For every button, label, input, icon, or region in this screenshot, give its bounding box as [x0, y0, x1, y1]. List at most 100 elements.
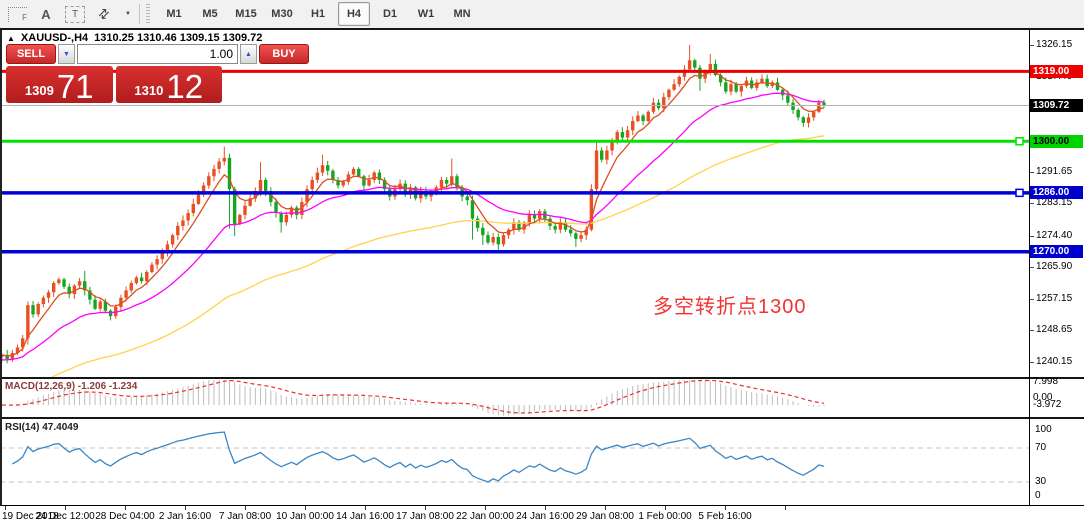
fibonacci-tool-icon[interactable]: F [8, 7, 27, 22]
price-badge-1309.72: 1309.72 [1030, 99, 1083, 112]
arrow-dropdown-caret-icon[interactable]: ▼ [123, 4, 133, 24]
macd-scale-label: 7.998 [1033, 376, 1058, 387]
time-axis-label: 1 Feb 00:00 [638, 511, 691, 522]
time-axis-label: 29 Jan 08:00 [576, 511, 634, 522]
axis-separator [0, 505, 1084, 506]
timeframe-button-mn[interactable]: MN [446, 2, 478, 26]
price-badge-1270.00: 1270.00 [1030, 245, 1083, 258]
arrow-style-icon[interactable]: ⇄ [91, 1, 118, 28]
price-scale-tick [1030, 172, 1034, 173]
ask-price-panel[interactable]: 1310 12 [116, 66, 223, 103]
time-axis-tick [5, 506, 6, 510]
volume-decrease-button[interactable]: ▼ [58, 44, 75, 64]
trading-platform-window: FAT⇄▼ M1M5M15M30H1H4D1W1MN ▲ XAUUSD-,H4 … [0, 0, 1084, 529]
time-axis-label: 14 Jan 16:00 [336, 511, 394, 522]
rsi-scale-label: 0 [1035, 490, 1041, 501]
sell-button[interactable]: SELL [6, 44, 56, 64]
price-scale-label: 1274.40 [1036, 230, 1072, 241]
one-click-trading-widget: SELL ▼ ▲ BUY 1309 71 1310 12 [6, 44, 222, 103]
time-axis-label: 24 Jan 16:00 [516, 511, 574, 522]
price-scale-tick [1030, 267, 1034, 268]
buy-button[interactable]: BUY [259, 44, 309, 64]
collapse-arrow-icon[interactable]: ▲ [7, 34, 15, 43]
timeframe-button-group: M1M5M15M30H1H4D1W1MN [158, 2, 478, 26]
timeframe-button-h1[interactable]: H1 [302, 2, 334, 26]
price-scale-label: 1257.15 [1036, 293, 1072, 304]
bid-price-main: 1309 [25, 83, 54, 98]
price-badge-1319.00: 1319.00 [1030, 65, 1083, 78]
rsi-scale-label: 30 [1035, 476, 1046, 487]
price-scale-tick [1030, 299, 1034, 300]
timeframe-button-m30[interactable]: M30 [266, 2, 298, 26]
time-axis-label: 24 Dec 12:00 [35, 511, 95, 522]
price-scale-tick [1030, 45, 1034, 46]
price-badge-1286.00: 1286.00 [1030, 186, 1083, 199]
bid-price-panel[interactable]: 1309 71 [6, 66, 113, 103]
tool-icon-group: FAT⇄▼ [0, 4, 133, 24]
chart-annotation-text[interactable]: 多空转折点1300 [653, 290, 807, 319]
price-badge-1300.00: 1300.00 [1030, 135, 1083, 148]
rsi-scale-label: 100 [1035, 424, 1052, 435]
timeframe-button-m5[interactable]: M5 [194, 2, 226, 26]
symbol-ohlc-values: 1310.25 1310.46 1309.15 1309.72 [94, 32, 262, 44]
price-scale-label: 1240.15 [1036, 356, 1072, 367]
timeframe-button-h4[interactable]: H4 [338, 2, 370, 26]
toolbar: FAT⇄▼ M1M5M15M30H1H4D1W1MN [0, 0, 1084, 29]
ask-price-pips: 12 [166, 71, 203, 102]
hline-handle [1016, 138, 1023, 145]
toolbar-separator [139, 4, 140, 24]
price-scale-tick [1030, 203, 1034, 204]
time-axis-tick [605, 506, 606, 510]
price-scale-label: 1326.15 [1036, 39, 1072, 50]
price-scale-label: 1265.90 [1036, 261, 1072, 272]
symbol-title: XAUUSD-,H4 [21, 32, 88, 44]
rsi-scale-label: 70 [1035, 442, 1046, 453]
volume-increase-button[interactable]: ▲ [240, 44, 257, 64]
price-scale-label: 1291.65 [1036, 166, 1072, 177]
time-axis-tick [65, 506, 66, 510]
timeframe-button-m15[interactable]: M15 [230, 2, 262, 26]
text-box-icon[interactable]: T [65, 6, 85, 23]
volume-input[interactable] [77, 44, 238, 64]
bid-price-pips: 71 [57, 71, 94, 102]
hline-handle [1016, 189, 1023, 196]
time-axis-label: 17 Jan 08:00 [396, 511, 454, 522]
rsi-indicator-label: RSI(14) 47.4049 [5, 422, 78, 433]
ma-slow [2, 136, 824, 377]
time-axis-label: 5 Feb 16:00 [698, 511, 751, 522]
time-axis-label: 10 Jan 00:00 [276, 511, 334, 522]
time-axis-tick [245, 506, 246, 510]
time-axis-tick [665, 506, 666, 510]
time-axis-label: 2 Jan 16:00 [159, 511, 211, 522]
time-axis-tick [485, 506, 486, 510]
timeframe-button-d1[interactable]: D1 [374, 2, 406, 26]
ma-mid [2, 93, 824, 360]
timeframe-button-m1[interactable]: M1 [158, 2, 190, 26]
text-label-icon[interactable]: A [37, 4, 55, 24]
time-axis-label: 7 Jan 08:00 [219, 511, 271, 522]
symbol-bar: ▲ XAUUSD-,H4 1310.25 1310.46 1309.15 130… [7, 32, 262, 44]
time-axis-tick [125, 506, 126, 510]
price-scale-tick [1030, 236, 1034, 237]
price-scale-label: 1248.65 [1036, 324, 1072, 335]
macd-indicator-label: MACD(12,26,9) -1.206 -1.234 [5, 381, 137, 392]
time-axis-tick [305, 506, 306, 510]
time-axis-tick [425, 506, 426, 510]
time-axis-tick [785, 506, 786, 510]
window-border-left [0, 30, 2, 506]
time-axis-tick [725, 506, 726, 510]
macd-scale-label: -3.972 [1033, 399, 1061, 410]
time-axis-label: 28 Dec 04:00 [95, 511, 155, 522]
toolbar-grip[interactable] [146, 4, 150, 24]
time-axis-label: 22 Jan 00:00 [456, 511, 514, 522]
timeframe-button-w1[interactable]: W1 [410, 2, 442, 26]
price-scale-tick [1030, 362, 1034, 363]
time-axis-tick [185, 506, 186, 510]
ask-price-main: 1310 [134, 83, 163, 98]
macd-indicator-panel[interactable] [0, 379, 1030, 417]
rsi-indicator-panel[interactable] [0, 419, 1030, 505]
time-axis-tick [545, 506, 546, 510]
price-scale-tick [1030, 330, 1034, 331]
rsi-line [12, 432, 824, 482]
time-axis-tick [365, 506, 366, 510]
